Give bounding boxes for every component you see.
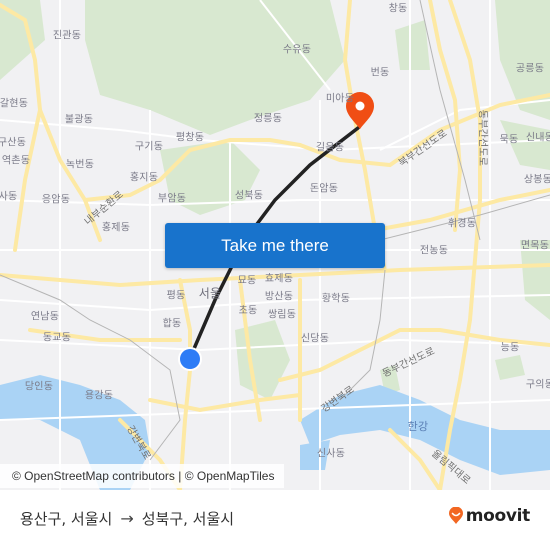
place-label: 녹번동 [65,159,95,171]
map-view[interactable]: 진관동 수유동 창동 공릉동 번동 미아동 갈현동 불광동 정릉동 평창동 구기… [0,0,550,490]
place-label: 역촌동 [1,155,31,167]
place-label: 평창동 [175,132,205,144]
place-label: 정릉동 [253,113,283,125]
place-label: 구산동 [0,137,27,149]
road-label: 동부간선도로 [476,109,488,167]
place-label: 당인동 [24,381,54,393]
map-attribution[interactable]: © OpenStreetMap contributors | © OpenMap… [0,464,285,488]
place-label: 방산동 [264,291,294,303]
place-label: 효제동 [264,273,294,285]
place-label: 갈현동 [0,98,29,110]
place-label: 쌍림동 [267,309,297,321]
origin-marker[interactable] [178,347,202,371]
place-label: 불광동 [64,114,94,126]
moovit-pin-icon [448,507,463,524]
place-label: 부암동 [157,193,187,205]
place-label: 신사동 [316,448,346,460]
place-label: 구기동 [134,141,164,153]
place-label: 미아동 [325,93,355,105]
place-label: 구의동 [525,379,550,391]
place-label: 사동 [0,191,18,203]
place-label: 용강동 [84,390,114,402]
moovit-wordmark: moovit [465,506,531,526]
place-label: 홍제동 [101,222,131,234]
place-label: 신내동 [525,132,550,144]
origin-label: 용산구, 서울시 [20,510,113,528]
arrow-right-icon: → [120,509,134,528]
place-label: 연남동 [30,311,60,323]
river-label: 한강 [407,420,429,433]
destination-label: 성북구, 서울시 [141,510,235,528]
place-label: 합동 [162,318,182,330]
place-label: 휘경동 [447,218,477,230]
place-label: 묵동 [499,134,519,146]
place-label: 홍지동 [129,172,159,184]
place-label: 신당동 [300,333,330,345]
place-label: 초동 [238,305,258,317]
place-label: 묘동 [237,275,257,287]
place-label: 상봉동 [523,174,550,186]
place-label: 평동 [166,290,186,302]
place-label: 진관동 [52,30,82,42]
place-label: 면목동 [520,240,550,252]
route-summary: 용산구, 서울시 → 성북구, 서울시 [20,508,234,529]
place-label: 길음동 [315,142,345,154]
take-me-there-button[interactable]: Take me there [165,223,385,268]
place-label: 번동 [370,67,390,79]
place-label: 동교동 [42,332,72,344]
footer: 용산구, 서울시 → 성북구, 서울시 moovit [0,490,550,550]
place-label: 전농동 [419,245,449,257]
place-label: 서울 [198,286,222,301]
place-label: 응암동 [41,194,71,206]
moovit-logo[interactable]: moovit [448,506,530,526]
place-label: 수유동 [282,44,312,56]
place-label: 공릉동 [515,63,545,75]
place-label: 황학동 [321,293,351,305]
place-label: 창동 [388,3,408,15]
place-label: 능동 [500,342,520,354]
place-label: 돈암동 [309,183,339,195]
place-label: 성북동 [234,190,264,202]
